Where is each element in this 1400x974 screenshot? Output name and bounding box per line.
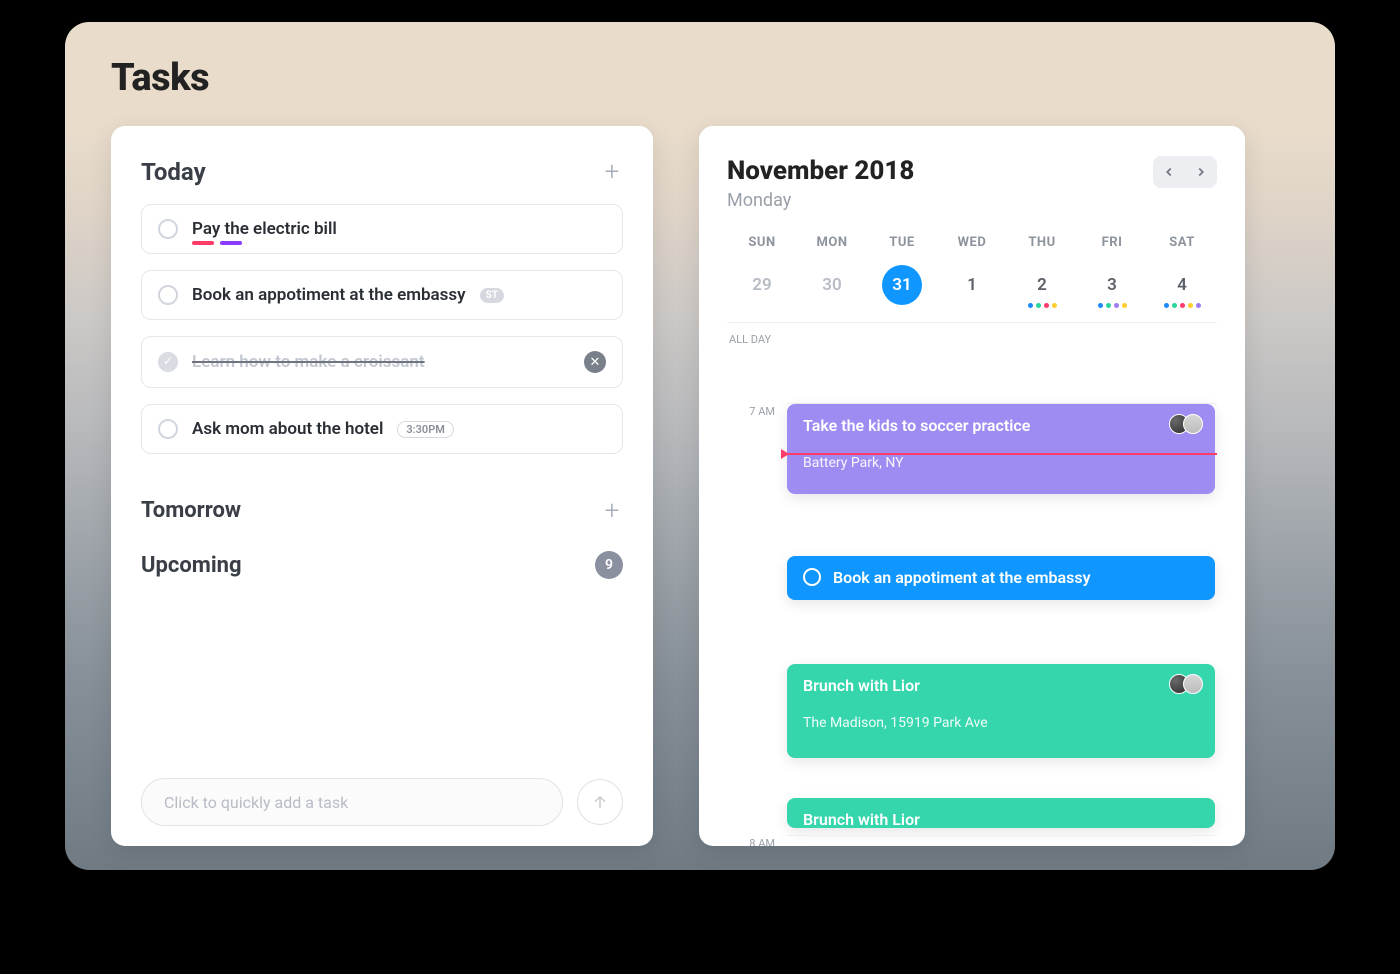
- allday-label: ALL DAY: [727, 331, 787, 403]
- calendar-panel: November 2018 Monday SUNMONTUEWEDTHUFRIS…: [699, 126, 1245, 846]
- now-indicator: [787, 453, 1217, 455]
- event-subtitle: The Madison, 15919 Park Ave: [803, 715, 1199, 731]
- add-today-button[interactable]: +: [601, 161, 623, 183]
- task-label: Pay the electric bill: [192, 219, 337, 239]
- tomorrow-header[interactable]: Tomorrow +: [141, 484, 623, 537]
- quick-add-input[interactable]: [141, 778, 563, 826]
- weekday-cell: THU: [1007, 235, 1077, 250]
- chevron-right-icon: [1194, 165, 1208, 179]
- task-item[interactable]: Pay the electric bill: [141, 204, 623, 254]
- task-time-pill: 3:30PM: [397, 421, 454, 438]
- event-block[interactable]: Book an appotiment at the embassy: [787, 556, 1215, 600]
- hour-label: 7 AM: [727, 403, 787, 835]
- arrow-up-icon: [591, 793, 609, 811]
- allday-slot: [787, 331, 1217, 403]
- weekday-cell: WED: [937, 235, 1007, 250]
- tomorrow-heading: Tomorrow: [141, 498, 241, 523]
- task-item-done[interactable]: Learn how to make a croissant ✕: [141, 336, 623, 388]
- date-cell[interactable]: 31: [867, 264, 937, 306]
- checkbox-checked-icon[interactable]: [158, 352, 178, 372]
- task-item[interactable]: Book an appotiment at the embassy ST: [141, 270, 623, 320]
- add-tomorrow-button[interactable]: +: [601, 500, 623, 522]
- upcoming-count-badge: 9: [595, 551, 623, 579]
- checkbox-icon[interactable]: [158, 285, 178, 305]
- month-nav: [1153, 156, 1217, 188]
- next-month-button[interactable]: [1187, 158, 1215, 186]
- hour-label: 8 AM: [727, 835, 787, 846]
- task-item[interactable]: Ask mom about the hotel 3:30PM: [141, 404, 623, 454]
- page-title: Tasks: [111, 56, 1289, 100]
- weekday-label: Monday: [727, 190, 914, 211]
- weekday-cell: TUE: [867, 235, 937, 250]
- task-label: Book an appotiment at the embassy: [192, 285, 466, 305]
- weekday-cell: FRI: [1077, 235, 1147, 250]
- app-frame: Tasks Today + Pay the electric bill Book…: [65, 22, 1335, 870]
- quick-add-bar: [141, 778, 623, 826]
- event-title: Brunch with Lior: [803, 676, 920, 695]
- upcoming-header[interactable]: Upcoming 9: [141, 537, 623, 593]
- quick-add-submit-button[interactable]: [577, 779, 623, 825]
- event-avatars: [1175, 674, 1203, 694]
- event-avatars: [1175, 414, 1203, 434]
- dismiss-task-button[interactable]: ✕: [584, 351, 606, 373]
- date-cell[interactable]: 30: [797, 264, 867, 306]
- date-cell[interactable]: 2: [1007, 264, 1077, 306]
- event-subtitle: Battery Park, NY: [803, 455, 1199, 471]
- event-block[interactable]: Brunch with Lior The Madison, 15919 Park …: [787, 664, 1215, 758]
- date-cell[interactable]: 4: [1147, 264, 1217, 306]
- task-pill: ST: [480, 288, 504, 303]
- event-block[interactable]: Take the kids to soccer practice Battery …: [787, 404, 1215, 494]
- events-column: Take the kids to soccer practice Battery …: [787, 403, 1217, 835]
- today-header: Today +: [141, 158, 623, 186]
- checkbox-icon[interactable]: [158, 219, 178, 239]
- date-cell[interactable]: 29: [727, 264, 797, 306]
- event-ring-icon: [803, 568, 821, 586]
- date-row: 2930311234: [727, 264, 1217, 306]
- weekday-cell: SAT: [1147, 235, 1217, 250]
- date-cell[interactable]: 1: [937, 264, 1007, 306]
- date-cell[interactable]: 3: [1077, 264, 1147, 306]
- event-title: Book an appotiment at the embassy: [833, 568, 1091, 587]
- checkbox-icon[interactable]: [158, 419, 178, 439]
- prev-month-button[interactable]: [1155, 158, 1183, 186]
- weekday-header-row: SUNMONTUEWEDTHUFRISAT: [727, 235, 1217, 250]
- event-block[interactable]: Brunch with Lior: [787, 798, 1215, 828]
- event-title: Brunch with Lior: [803, 810, 920, 829]
- task-label: Learn how to make a croissant: [192, 352, 425, 372]
- upcoming-heading: Upcoming: [141, 553, 242, 578]
- today-heading: Today: [141, 158, 206, 186]
- weekday-cell: SUN: [727, 235, 797, 250]
- event-title: Take the kids to soccer practice: [803, 416, 1030, 435]
- tasks-panel: Today + Pay the electric bill Book an ap…: [111, 126, 653, 846]
- chevron-left-icon: [1162, 165, 1176, 179]
- task-tags: [192, 241, 242, 245]
- task-label: Ask mom about the hotel: [192, 419, 383, 439]
- weekday-cell: MON: [797, 235, 867, 250]
- month-label: November 2018: [727, 156, 914, 186]
